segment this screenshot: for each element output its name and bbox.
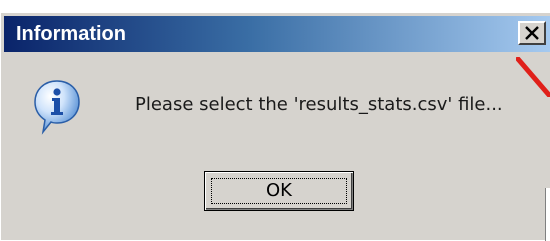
ok-button-label: OK: [266, 180, 292, 201]
information-dialog: Information Please select the 'results_s…: [0, 12, 550, 241]
title-bar[interactable]: Information: [4, 16, 550, 52]
background-window-edge: [545, 188, 550, 241]
dialog-title: Information: [16, 23, 126, 45]
dialog-message: Please select the 'results_stats.csv' fi…: [135, 94, 503, 115]
close-icon: [525, 26, 539, 40]
red-arrow-annotation: [516, 57, 550, 97]
ok-button[interactable]: OK: [204, 171, 354, 211]
close-button[interactable]: [518, 21, 546, 45]
information-icon: [34, 80, 80, 135]
